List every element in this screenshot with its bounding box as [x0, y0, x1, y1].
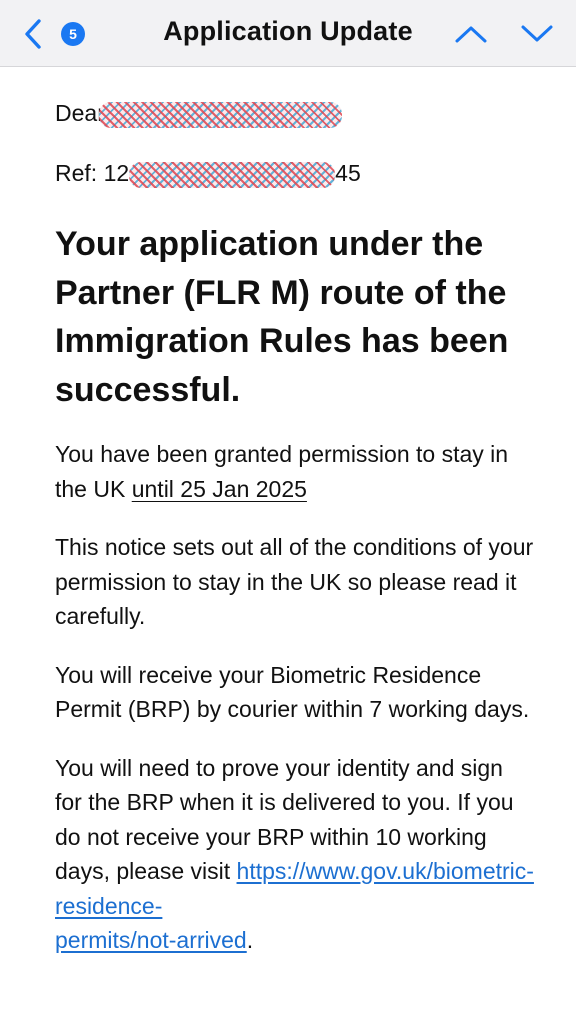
- identity-paragraph: You will need to prove your identity and…: [55, 751, 535, 958]
- reference-suffix: 45: [335, 160, 361, 186]
- reference-line: Ref: 12 45: [55, 156, 535, 190]
- navigation-bar: 5 Application Update: [0, 0, 576, 67]
- page-title: Application Update: [163, 16, 413, 46]
- decision-heading: Your application under the Partner (FLR …: [55, 225, 509, 409]
- greeting-prefix: Dear: [55, 100, 105, 126]
- reference-prefix: Ref: 12: [55, 160, 130, 186]
- chevron-down-icon: [521, 25, 553, 42]
- back-button[interactable]: [18, 16, 48, 52]
- redacted-name: [98, 101, 342, 128]
- greeting-line: Dear: [55, 96, 535, 130]
- next-message-button[interactable]: [519, 18, 555, 50]
- chevron-left-icon: [25, 19, 41, 49]
- expiry-date-link[interactable]: until 25 Jan 2025: [132, 476, 307, 502]
- email-body: Dear Ref: 12 45 Your application under th…: [55, 88, 535, 958]
- unread-count-badge: 5: [61, 22, 85, 46]
- conditions-paragraph: This notice sets out all of the conditio…: [55, 534, 534, 629]
- chevron-up-icon: [455, 26, 487, 43]
- previous-message-button[interactable]: [453, 18, 489, 50]
- paragraph-end: .: [246, 927, 254, 953]
- redacted-reference: [129, 161, 336, 188]
- brp-not-arrived-link-part2[interactable]: permits/not-arrived: [55, 927, 247, 953]
- brp-delivery-paragraph: You will receive your Biometric Residenc…: [55, 661, 530, 723]
- permission-paragraph: You have been granted permission to stay…: [55, 437, 535, 506]
